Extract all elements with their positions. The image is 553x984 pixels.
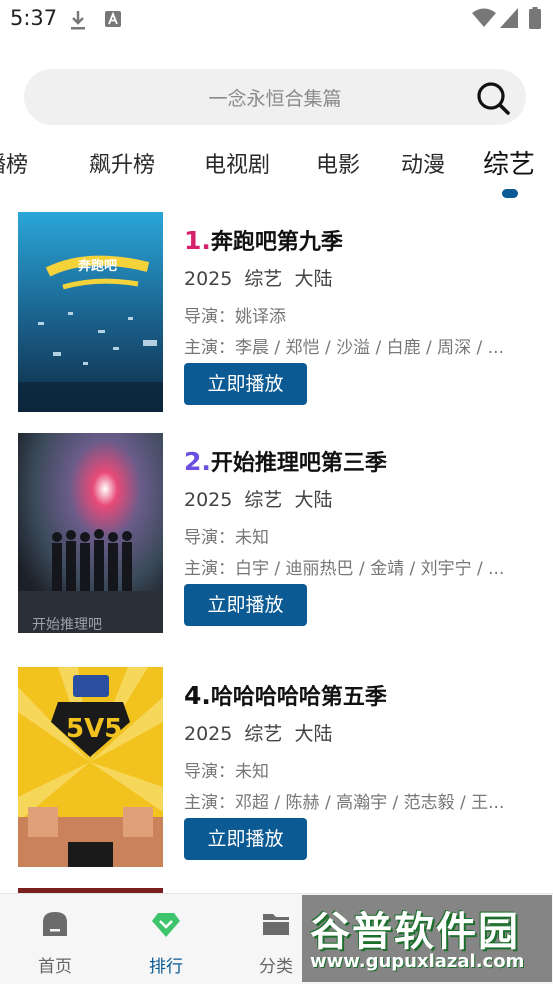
play-now-button[interactable]: 立即播放	[184, 584, 307, 626]
item-title[interactable]: 4.哈哈哈哈哈第五季	[184, 679, 387, 711]
item-meta: 2025 综艺 大陆	[184, 264, 338, 291]
title-text: 开始推理吧第三季	[210, 451, 387, 476]
genre: 综艺	[244, 723, 283, 745]
list-item[interactable]: 奔跑吧 1.奔跑吧第九季 2025 综艺 大陆 导演：姚译添 主演：李晨 / 郑…	[0, 212, 553, 412]
region: 大陆	[294, 489, 333, 511]
cast: 主演：李晨 / 郑恺 / 沙溢 / 白鹿 / 周深 / ...	[184, 338, 504, 358]
folder-icon	[263, 914, 289, 935]
director: 导演：未知	[184, 762, 269, 782]
cast: 主演：白宇 / 迪丽热巴 / 金靖 / 刘宇宁 / ...	[184, 559, 505, 579]
search-placeholder: 一念永恒合集篇	[208, 88, 342, 110]
region: 大陆	[294, 723, 333, 745]
watermark: 谷普软件园 www.gupuxlazal.com	[302, 895, 552, 982]
status-time: 5:37	[10, 6, 58, 30]
year: 2025	[184, 489, 233, 511]
poster-image[interactable]: 奔跑吧	[18, 212, 163, 412]
title-text: 奔跑吧第九季	[210, 230, 343, 255]
tab-active-indicator	[502, 189, 518, 198]
play-now-button[interactable]: 立即播放	[184, 818, 307, 860]
nav-home-label: 首页	[38, 957, 72, 977]
category-tabs: 播榜 飙升榜 电视剧 电影 动漫 综艺	[0, 140, 553, 202]
item-meta: 2025 综艺 大陆	[184, 719, 338, 746]
nav-home[interactable]: 首页	[10, 894, 100, 984]
tab-broadcast-rank[interactable]: 播榜	[0, 147, 28, 179]
item-title[interactable]: 2.开始推理吧第三季	[184, 445, 387, 477]
poster-title-text: 奔跑吧	[77, 258, 117, 274]
poster-title-text: 开始推理吧	[32, 617, 102, 633]
list-item[interactable]: 5V5 4.哈哈哈哈哈第五季 2025 综艺 大陆 导演：未知 主演：邓超 / …	[0, 667, 553, 867]
item-meta: 2025 综艺 大陆	[184, 485, 338, 512]
font-notification-icon	[105, 11, 121, 27]
watermark-url-text: www.gupuxlazal.com	[310, 951, 525, 972]
wifi-icon	[472, 8, 496, 27]
list-item[interactable]: 开始推理吧 2.开始推理吧第三季 2025 综艺 大陆 导演：未知 主演：白宇 …	[0, 433, 553, 633]
genre: 综艺	[244, 489, 283, 511]
director: 导演：未知	[184, 528, 269, 548]
battery-icon	[529, 7, 541, 29]
nav-rank-label: 排行	[149, 957, 183, 977]
tab-movie[interactable]: 电影	[316, 147, 360, 179]
signal-icon	[500, 8, 518, 28]
play-now-button[interactable]: 立即播放	[184, 363, 307, 405]
poster-image[interactable]: 5V5	[18, 667, 163, 867]
download-icon	[71, 11, 85, 30]
year: 2025	[184, 723, 233, 745]
rank-icon	[152, 913, 180, 937]
poster-image[interactable]: 开始推理吧	[18, 433, 163, 633]
genre: 综艺	[244, 268, 283, 290]
rank-number: 4.	[184, 681, 211, 710]
poster-title-text: 5V5	[66, 714, 122, 744]
item-title[interactable]: 1.奔跑吧第九季	[184, 224, 343, 256]
year: 2025	[184, 268, 233, 290]
director: 导演：姚译添	[184, 307, 286, 327]
search-bar[interactable]: 一念永恒合集篇	[24, 69, 526, 125]
cast: 主演：邓超 / 陈赫 / 高瀚宇 / 范志毅 / 王...	[184, 793, 505, 813]
title-text: 哈哈哈哈哈第五季	[210, 685, 387, 710]
rank-number: 1.	[184, 226, 211, 255]
tab-anime[interactable]: 动漫	[401, 147, 445, 179]
home-icon	[43, 912, 67, 936]
watermark-main-text: 谷普软件园	[310, 909, 520, 955]
tab-variety[interactable]: 综艺	[483, 144, 535, 181]
tab-tv-series[interactable]: 电视剧	[204, 147, 270, 179]
nav-rank[interactable]: 排行	[121, 894, 211, 984]
region: 大陆	[294, 268, 333, 290]
rank-number: 2.	[184, 447, 211, 476]
tab-rising-rank[interactable]: 飙升榜	[89, 147, 155, 179]
status-bar: 5:37	[0, 0, 553, 38]
search-icon[interactable]	[475, 80, 511, 116]
